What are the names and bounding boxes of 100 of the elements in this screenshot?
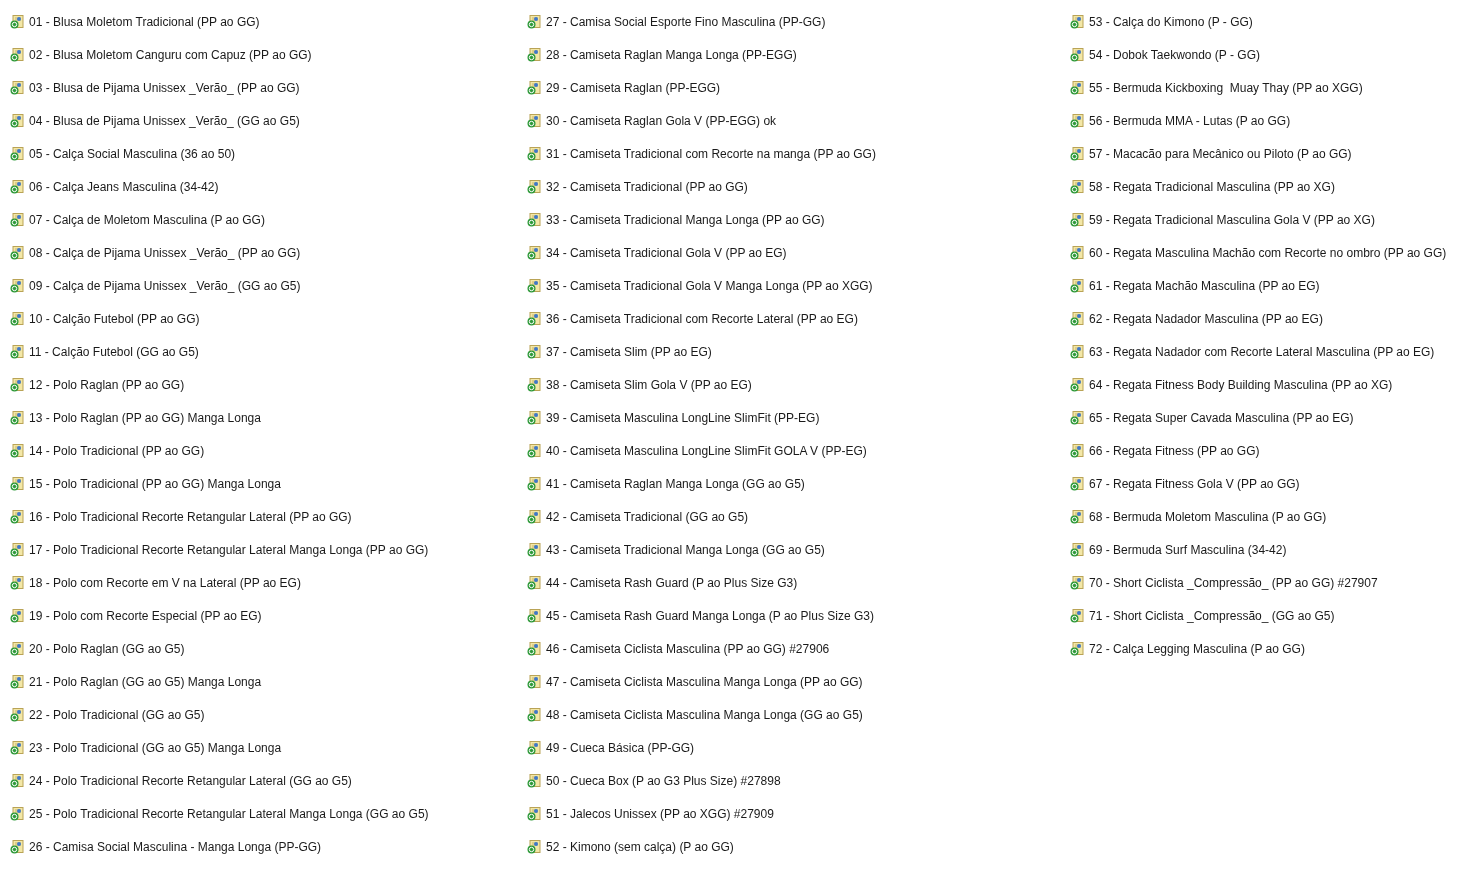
document-sync-icon bbox=[10, 212, 24, 227]
document-sync-icon bbox=[10, 509, 24, 524]
file-item[interactable]: 57 - Macacão para Mecânico ou Piloto (P ao GG) bbox=[1070, 137, 1352, 170]
document-sync-icon bbox=[10, 839, 24, 854]
file-item[interactable]: 13 - Polo Raglan (PP ao GG) Manga Longa bbox=[10, 401, 261, 434]
file-item[interactable]: 18 - Polo com Recorte em V na Lateral (PP ao EG) bbox=[10, 566, 301, 599]
file-item[interactable]: 60 - Regata Masculina Machão com Recorte no ombro (PP ao GG) bbox=[1070, 236, 1447, 269]
file-item[interactable]: 15 - Polo Tradicional (PP ao GG) Manga Longa bbox=[10, 467, 281, 500]
file-item[interactable]: 44 - Camiseta Rash Guard (P ao Plus Size G3) bbox=[527, 566, 798, 599]
document-sync-icon bbox=[10, 443, 24, 458]
file-item[interactable]: 66 - Regata Fitness (PP ao GG) bbox=[1070, 434, 1260, 467]
document-sync-icon bbox=[10, 575, 24, 590]
file-item[interactable]: 42 - Camiseta Tradicional (GG ao G5) bbox=[527, 500, 749, 533]
file-item[interactable]: 48 - Camiseta Ciclista Masculina Manga Longa (GG ao G5) bbox=[527, 698, 863, 731]
file-item[interactable]: 35 - Camiseta Tradicional Gola V Manga Longa (PP ao XGG) bbox=[527, 269, 873, 302]
file-item[interactable]: 08 - Calça de Pijama Unissex _Verão_ (PP ao GG) bbox=[10, 236, 301, 269]
file-item[interactable]: 71 - Short Ciclista _Compressão_ (GG ao G5) bbox=[1070, 599, 1335, 632]
file-item[interactable]: 19 - Polo com Recorte Especial (PP ao EG) bbox=[10, 599, 262, 632]
file-item[interactable]: 40 - Camiseta Masculina LongLine SlimFit GOLA V (PP-EG) bbox=[527, 434, 867, 467]
document-sync-icon bbox=[527, 806, 541, 821]
file-item[interactable]: 49 - Cueca Básica (PP-GG) bbox=[527, 731, 695, 764]
file-item[interactable]: 11 - Calção Futebol (GG ao G5) bbox=[10, 335, 199, 368]
file-item[interactable]: 36 - Camiseta Tradicional com Recorte Lateral (PP ao EG) bbox=[527, 302, 858, 335]
file-item[interactable]: 26 - Camisa Social Masculina - Manga Longa (PP-GG) bbox=[10, 830, 322, 863]
file-item[interactable]: 69 - Bermuda Surf Masculina (34-42) bbox=[1070, 533, 1287, 566]
file-item[interactable]: 64 - Regata Fitness Body Building Masculina (PP ao XG) bbox=[1070, 368, 1393, 401]
file-item[interactable]: 24 - Polo Tradicional Recorte Retangular Lateral (GG ao G5) bbox=[10, 764, 352, 797]
file-item[interactable]: 21 - Polo Raglan (GG ao G5) Manga Longa bbox=[10, 665, 262, 698]
file-item[interactable]: 68 - Bermuda Moletom Masculina (P ao GG) bbox=[1070, 500, 1327, 533]
document-sync-icon bbox=[527, 212, 541, 227]
file-item[interactable]: 32 - Camiseta Tradicional (PP ao GG) bbox=[527, 170, 748, 203]
document-sync-icon bbox=[527, 641, 541, 656]
file-item[interactable]: 30 - Camiseta Raglan Gola V (PP-EGG) ok bbox=[527, 104, 777, 137]
document-sync-icon bbox=[1070, 410, 1084, 425]
file-item[interactable]: 22 - Polo Tradicional (GG ao G5) bbox=[10, 698, 205, 731]
file-item[interactable]: 43 - Camiseta Tradicional Manga Longa (GG ao G5) bbox=[527, 533, 825, 566]
file-item[interactable]: 53 - Calça do Kimono (P - GG) bbox=[1070, 5, 1253, 38]
file-item[interactable]: 55 - Bermuda Kickboxing Muay Thay (PP ao XGG) bbox=[1070, 71, 1363, 104]
file-item[interactable]: 14 - Polo Tradicional (PP ao GG) bbox=[10, 434, 205, 467]
document-sync-icon bbox=[1070, 212, 1084, 227]
file-item[interactable]: 54 - Dobok Taekwondo (P - GG) bbox=[1070, 38, 1260, 71]
file-item[interactable]: 25 - Polo Tradicional Recorte Retangular Lateral Manga Longa (GG ao G5) bbox=[10, 797, 429, 830]
document-sync-icon bbox=[527, 542, 541, 557]
file-item[interactable]: 41 - Camiseta Raglan Manga Longa (GG ao G5) bbox=[527, 467, 805, 500]
document-sync-icon bbox=[1070, 575, 1084, 590]
document-sync-icon bbox=[10, 542, 24, 557]
file-item[interactable]: 05 - Calça Social Masculina (36 ao 50) bbox=[10, 137, 236, 170]
file-item[interactable]: 31 - Camiseta Tradicional com Recorte na manga (PP ao GG) bbox=[527, 137, 876, 170]
file-item[interactable]: 46 - Camiseta Ciclista Masculina (PP ao GG) #27906 bbox=[527, 632, 830, 665]
file-item[interactable]: 45 - Camiseta Rash Guard Manga Longa (P ao Plus Size G3) bbox=[527, 599, 874, 632]
file-item[interactable]: 06 - Calça Jeans Masculina (34-42) bbox=[10, 170, 219, 203]
file-item[interactable]: 50 - Cueca Box (P ao G3 Plus Size) #27898 bbox=[527, 764, 781, 797]
file-item[interactable]: 16 - Polo Tradicional Recorte Retangular Lateral (PP ao GG) bbox=[10, 500, 352, 533]
file-item[interactable]: 01 - Blusa Moletom Tradicional (PP ao GG) bbox=[10, 5, 260, 38]
document-sync-icon bbox=[10, 410, 24, 425]
document-sync-icon bbox=[10, 377, 24, 392]
file-item[interactable]: 10 - Calção Futebol (PP ao GG) bbox=[10, 302, 200, 335]
file-item[interactable]: 37 - Camiseta Slim (PP ao EG) bbox=[527, 335, 712, 368]
file-item[interactable]: 51 - Jalecos Unissex (PP ao XGG) #27909 bbox=[527, 797, 774, 830]
file-item[interactable]: 02 - Blusa Moletom Canguru com Capuz (PP ao GG) bbox=[10, 38, 312, 71]
file-item[interactable]: 23 - Polo Tradicional (GG ao G5) Manga Longa bbox=[10, 731, 282, 764]
file-item[interactable]: 34 - Camiseta Tradicional Gola V (PP ao EG) bbox=[527, 236, 787, 269]
document-sync-icon bbox=[527, 245, 541, 260]
file-item[interactable]: 56 - Bermuda MMA - Lutas (P ao GG) bbox=[1070, 104, 1291, 137]
document-sync-icon bbox=[1070, 179, 1084, 194]
file-item[interactable]: 09 - Calça de Pijama Unissex _Verão_ (GG ao G5) bbox=[10, 269, 301, 302]
file-item[interactable]: 17 - Polo Tradicional Recorte Retangular Lateral Manga Longa (PP ao GG) bbox=[10, 533, 429, 566]
document-sync-icon bbox=[527, 443, 541, 458]
document-sync-icon bbox=[10, 344, 24, 359]
file-item[interactable]: 38 - Camiseta Slim Gola V (PP ao EG) bbox=[527, 368, 752, 401]
document-sync-icon bbox=[1070, 476, 1084, 491]
file-item[interactable]: 61 - Regata Machão Masculina (PP ao EG) bbox=[1070, 269, 1320, 302]
file-item[interactable]: 28 - Camiseta Raglan Manga Longa (PP-EGG) bbox=[527, 38, 797, 71]
document-sync-icon bbox=[10, 245, 24, 260]
document-sync-icon bbox=[1070, 14, 1084, 29]
file-item[interactable]: 12 - Polo Raglan (PP ao GG) bbox=[10, 368, 185, 401]
file-item[interactable]: 47 - Camiseta Ciclista Masculina Manga Longa (PP ao GG) bbox=[527, 665, 863, 698]
file-item[interactable]: 72 - Calça Legging Masculina (P ao GG) bbox=[1070, 632, 1305, 665]
file-item[interactable]: 62 - Regata Nadador Masculina (PP ao EG) bbox=[1070, 302, 1323, 335]
file-item[interactable]: 04 - Blusa de Pijama Unissex _Verão_ (GG ao G5) bbox=[10, 104, 300, 137]
file-item[interactable]: 59 - Regata Tradicional Masculina Gola V (PP ao XG) bbox=[1070, 203, 1375, 236]
file-item[interactable]: 63 - Regata Nadador com Recorte Lateral Masculina (PP ao EG) bbox=[1070, 335, 1435, 368]
file-item[interactable]: 03 - Blusa de Pijama Unissex _Verão_ (PP ao GG) bbox=[10, 71, 300, 104]
document-sync-icon bbox=[527, 740, 541, 755]
file-item[interactable]: 39 - Camiseta Masculina LongLine SlimFit (PP-EG) bbox=[527, 401, 820, 434]
document-sync-icon bbox=[10, 311, 24, 326]
file-item[interactable]: 29 - Camiseta Raglan (PP-EGG) bbox=[527, 71, 721, 104]
file-item[interactable]: 52 - Kimono (sem calça) (P ao GG) bbox=[527, 830, 734, 863]
document-sync-icon bbox=[1070, 245, 1084, 260]
file-item[interactable]: 07 - Calça de Moletom Masculina (P ao GG) bbox=[10, 203, 265, 236]
file-item[interactable]: 33 - Camiseta Tradicional Manga Longa (PP ao GG) bbox=[527, 203, 825, 236]
file-item[interactable]: 70 - Short Ciclista _Compressão_ (PP ao GG) #27907 bbox=[1070, 566, 1378, 599]
file-item[interactable]: 67 - Regata Fitness Gola V (PP ao GG) bbox=[1070, 467, 1300, 500]
file-item[interactable]: 65 - Regata Super Cavada Masculina (PP ao EG) bbox=[1070, 401, 1354, 434]
file-item[interactable]: 20 - Polo Raglan (GG ao G5) bbox=[10, 632, 185, 665]
file-item[interactable]: 58 - Regata Tradicional Masculina (PP ao XG) bbox=[1070, 170, 1335, 203]
file-item[interactable]: 27 - Camisa Social Esporte Fino Masculina (PP-GG) bbox=[527, 5, 826, 38]
document-sync-icon bbox=[1070, 146, 1084, 161]
document-sync-icon bbox=[10, 641, 24, 656]
document-sync-icon bbox=[10, 674, 24, 689]
